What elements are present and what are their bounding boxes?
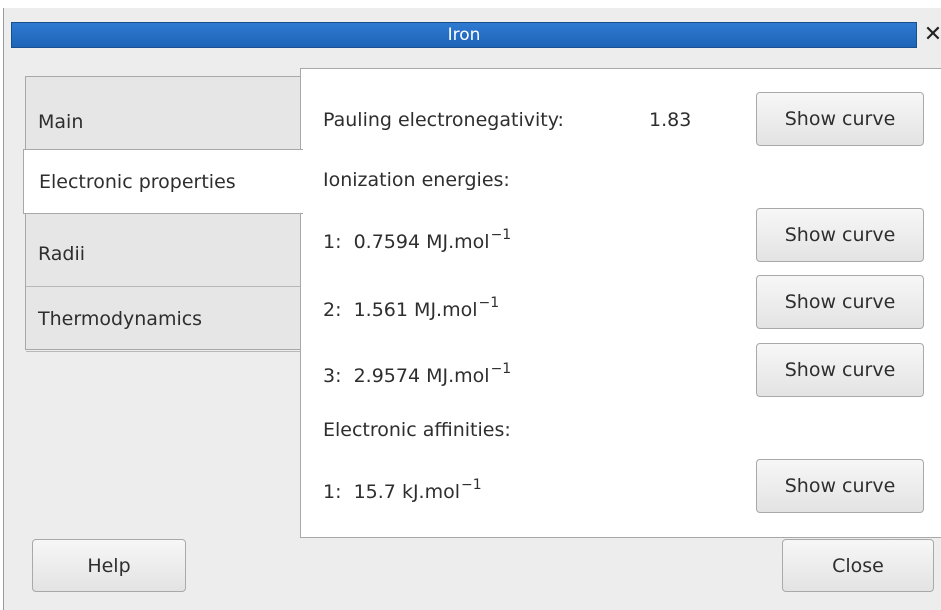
tab-label: Electronic properties [39,170,236,193]
tab-electronic-properties[interactable]: Electronic properties [23,149,303,214]
affinity-unit: kJ.mol [401,481,461,503]
show-ionization-1-curve-button[interactable]: Show curve [756,208,924,262]
ionization-value: 2.9574 [353,365,421,387]
electronic-affinities-heading: Electronic affinities: [323,419,511,441]
window-title: Iron [447,25,481,45]
unit-exponent: −1 [461,477,482,493]
show-affinity-1-curve-button[interactable]: Show curve [756,459,924,513]
ionization-value: 1.561 [353,299,408,321]
show-ionization-3-curve-button[interactable]: Show curve [756,343,924,397]
tab-thermodynamics[interactable]: Thermodynamics [26,287,301,352]
ionization-unit: MJ.mol [426,365,490,387]
tab-list: Main Electronic properties Radii Thermod… [23,76,303,352]
ionization-energy-2: 2: 1.561 MJ.mol−1 [323,295,499,321]
show-ionization-2-curve-button[interactable]: Show curve [756,275,924,329]
electronic-affinity-1: 1: 15.7 kJ.mol−1 [323,477,482,503]
ionization-energy-1: 1: 0.7594 MJ.mol−1 [323,227,511,253]
unit-exponent: −1 [490,361,512,377]
ionization-index: 3: [323,365,342,387]
tab-main[interactable]: Main [26,90,301,155]
electronegativity-value: 1.83 [649,109,692,131]
ionization-energies-heading: Ionization energies: [323,169,510,191]
ionization-index: 2: [323,299,342,321]
tab-label: Radii [38,243,86,265]
tab-radii[interactable]: Radii [26,222,301,287]
help-button[interactable]: Help [32,539,186,592]
ionization-unit: MJ.mol [426,231,490,253]
title-bar[interactable]: Iron [11,22,917,48]
tab-label: Thermodynamics [38,308,203,330]
ionization-energy-3: 3: 2.9574 MJ.mol−1 [323,361,511,387]
close-button[interactable]: Close [782,539,934,592]
affinity-index: 1: [323,481,342,503]
ionization-value: 0.7594 [353,231,421,253]
tab-label: Main [38,111,84,133]
unit-exponent: −1 [478,295,500,311]
close-window-icon[interactable]: ✕ [922,20,941,50]
electronegativity-label: Pauling electronegativity: [323,109,564,131]
element-properties-window: Iron ✕ Main Electronic properties Radii … [3,8,941,610]
ionization-index: 1: [323,231,342,253]
affinity-value: 15.7 [353,481,396,503]
ionization-unit: MJ.mol [414,299,478,321]
unit-exponent: −1 [490,227,512,243]
show-electronegativity-curve-button[interactable]: Show curve [756,92,924,146]
electronic-properties-panel: Pauling electronegativity: 1.83 Show cur… [300,68,941,538]
